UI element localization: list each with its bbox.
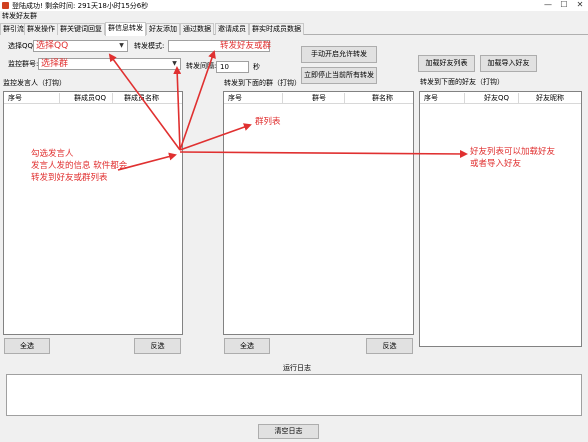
title-bar: 登陆成功! 剩余时间: 291天18小时15分6秒 — ☐ ✕ — [0, 0, 588, 11]
app-icon — [2, 2, 9, 9]
tab-bar: 群引流 群发操作 群关键词回复 群信息转发 好友添加 通过数据 邀请成员 群实时… — [0, 22, 588, 36]
stop-all-forward-button[interactable]: 立即停止当前所有转发 — [301, 67, 377, 84]
invert-groups-button[interactable]: 反选 — [366, 338, 413, 354]
groups-list[interactable]: 序号 群号 群名称 — [223, 91, 414, 335]
annotation-members-line2: 发言人发的信息 软件都会 — [31, 161, 128, 171]
annotation-members-line1: 勾选发言人 — [31, 149, 74, 159]
forward-mode-value: 转发好友或群 — [220, 41, 272, 51]
forward-groups-label: 转发到下面的群（打钩） — [224, 79, 301, 87]
monitor-sender-label: 监控发言人（打钩） — [3, 79, 66, 87]
tab-group-forward[interactable]: 群信息转发 — [105, 22, 146, 36]
forward-interval-input[interactable]: 10 — [216, 61, 249, 73]
annotation-groups: 群列表 — [255, 117, 281, 127]
forward-mode-label: 转发模式: — [134, 42, 165, 50]
select-qq-dropdown[interactable]: 选择QQ ▼ — [33, 40, 128, 52]
monitor-group-value: 选择群 — [41, 59, 69, 69]
annotation-friends-line1: 好友列表可以加载好友 — [470, 147, 556, 157]
column-header[interactable]: 群成员名称 — [124, 93, 159, 103]
forward-friends-label: 转发到下面的好友（打钩） — [420, 78, 504, 86]
window-title: 登陆成功! 剩余时间: 291天18小时15分6秒 — [12, 2, 149, 10]
window-subtitle: 转发好友群 — [2, 12, 37, 20]
chevron-down-icon: ▼ — [119, 42, 124, 49]
friends-list[interactable]: 序号 好友QQ 好友昵称 — [419, 91, 582, 347]
run-log-box[interactable] — [6, 374, 582, 416]
chevron-down-icon: ▼ — [172, 60, 177, 67]
tab-friend-add[interactable]: 好友添加 — [146, 23, 180, 35]
load-friends-button[interactable]: 加载好友列表 — [418, 55, 475, 72]
invert-members-button[interactable]: 反选 — [134, 338, 181, 354]
monitor-group-label: 监控群号: — [8, 60, 39, 68]
select-qq-label: 选择QQ: — [8, 42, 36, 50]
header-divider — [420, 103, 581, 104]
column-divider — [59, 93, 60, 103]
tab-group-traffic[interactable]: 群引流 — [0, 23, 27, 35]
column-header[interactable]: 序号 — [424, 93, 438, 103]
column-header[interactable]: 群成员QQ — [74, 93, 106, 103]
header-divider — [4, 103, 182, 104]
close-icon[interactable]: ✕ — [572, 0, 588, 11]
select-qq-value: 选择QQ — [36, 41, 69, 51]
column-header[interactable]: 好友QQ — [484, 93, 509, 103]
column-divider — [518, 93, 519, 103]
maximize-icon[interactable]: ☐ — [556, 0, 572, 11]
column-divider — [464, 93, 465, 103]
column-header[interactable]: 序号 — [228, 93, 242, 103]
minimize-icon[interactable]: — — [540, 0, 556, 11]
run-log-label: 运行日志 — [283, 364, 311, 372]
members-list[interactable]: 序号 群成员QQ 群成员名称 — [3, 91, 183, 335]
header-divider — [224, 103, 413, 104]
tab-group-keyword-reply[interactable]: 群关键词回复 — [57, 23, 105, 35]
manual-start-forward-button[interactable]: 手动开启允许转发 — [301, 46, 377, 63]
column-divider — [344, 93, 345, 103]
tab-group-realtime-data[interactable]: 群实时成员数据 — [249, 23, 304, 35]
column-header[interactable]: 序号 — [8, 93, 22, 103]
import-friends-button[interactable]: 加载导入好友 — [480, 55, 537, 72]
monitor-group-dropdown[interactable]: 选择群 ▼ — [38, 58, 181, 70]
select-all-members-button[interactable]: 全选 — [4, 338, 50, 354]
clear-log-button[interactable]: 清空日志 — [258, 424, 319, 439]
column-divider — [282, 93, 283, 103]
tab-pass-data[interactable]: 通过数据 — [180, 23, 214, 35]
column-header[interactable]: 群号 — [312, 93, 326, 103]
window-controls: — ☐ ✕ — [540, 0, 588, 11]
select-all-groups-button[interactable]: 全选 — [224, 338, 270, 354]
tab-invite-members[interactable]: 邀请成员 — [215, 23, 249, 35]
forward-interval-label: 转发间隔: — [186, 62, 217, 70]
annotation-members-line3: 转发到好友或群列表 — [31, 173, 108, 183]
column-divider — [112, 93, 113, 103]
tab-group-send[interactable]: 群发操作 — [24, 23, 58, 35]
interval-unit: 秒 — [253, 63, 260, 71]
column-header[interactable]: 群名称 — [372, 93, 393, 103]
annotation-friends-line2: 或者导入好友 — [470, 159, 522, 169]
column-header[interactable]: 好友昵称 — [536, 93, 564, 103]
forward-mode-field[interactable]: 转发好友或群 — [168, 40, 272, 52]
